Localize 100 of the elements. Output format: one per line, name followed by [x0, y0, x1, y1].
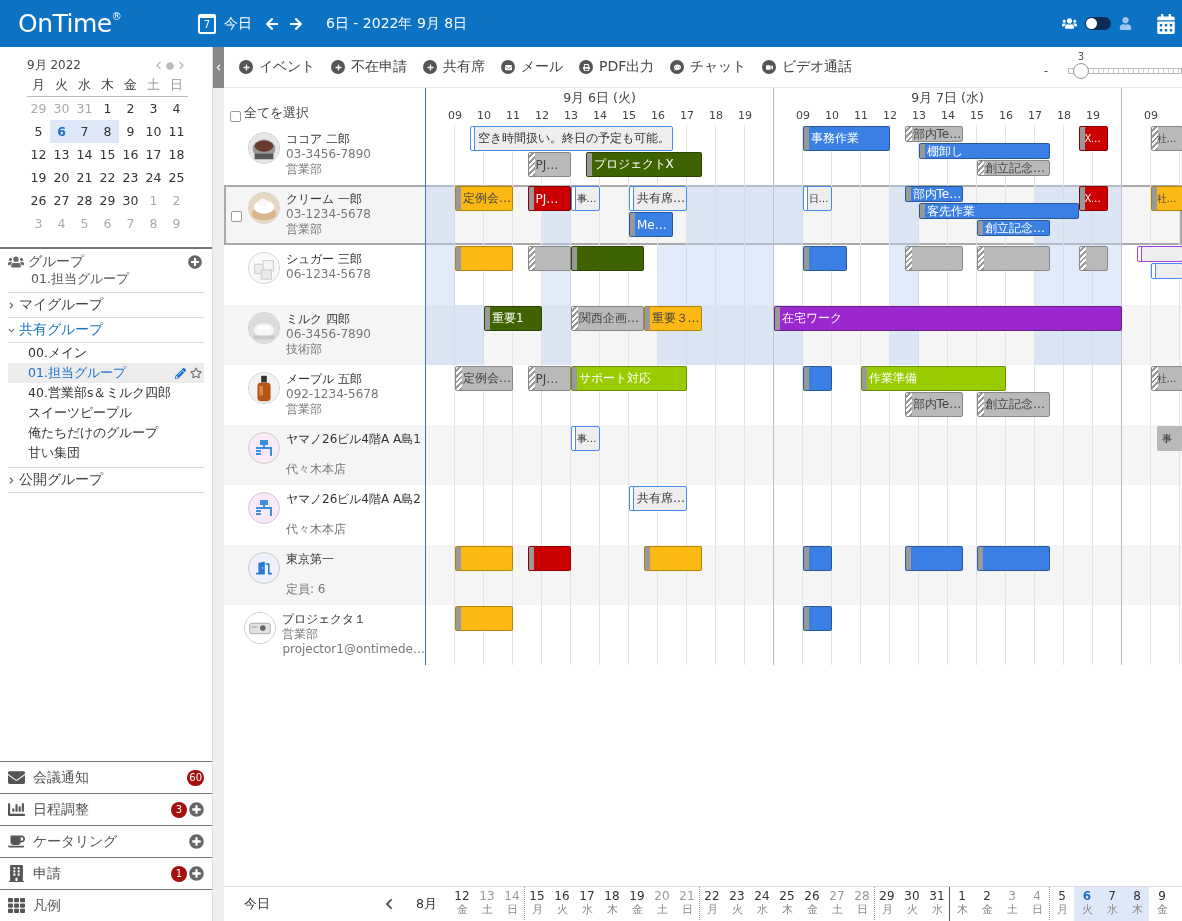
date-button[interactable]: 2 金 [974, 886, 999, 921]
calendar-event[interactable]: PJ… [527, 186, 571, 211]
date-button[interactable]: 23 火 [724, 886, 749, 921]
calendar-day[interactable]: 17 [142, 143, 165, 166]
toolbar-button[interactable]: 不在申請 [331, 58, 407, 76]
calendar-event[interactable]: 棚卸し [919, 143, 1050, 159]
calendar-day[interactable]: 9 [119, 120, 142, 143]
group-item[interactable]: 俺たちだけのグループ [8, 423, 204, 443]
calendar-day[interactable]: 11 [165, 120, 188, 143]
calendar-day[interactable]: 22 [96, 166, 119, 189]
select-all-checkbox[interactable]: 全てを選択 [224, 88, 425, 125]
toolbar-button[interactable]: PDF出力 [579, 58, 655, 76]
calendar-event[interactable]: 重要1 [484, 306, 542, 331]
calendar-day[interactable]: 15 [96, 143, 119, 166]
date-button[interactable]: 15 月 [524, 886, 549, 921]
date-button[interactable]: 13 土 [474, 886, 499, 921]
group-folder[interactable]: マイグループ [8, 293, 204, 318]
calendar-day[interactable]: 28 [73, 189, 96, 212]
date-button[interactable]: 12 金 [449, 886, 474, 921]
calendar-day[interactable]: 1 [96, 97, 119, 120]
calendar-event[interactable]: Me… [629, 212, 673, 237]
calendar-day[interactable]: 13 [50, 143, 73, 166]
calendar-day-icon[interactable]: 7 [198, 13, 216, 34]
calendar-event[interactable]: 事… [571, 426, 600, 451]
calendar-day[interactable]: 27 [50, 189, 73, 212]
calendar-event[interactable]: PJ… [527, 152, 571, 177]
calendar-event[interactable]: 在宅ワーク [774, 306, 1122, 331]
calendar-day[interactable]: 6 [50, 120, 73, 143]
calendar-day[interactable]: 19 [27, 166, 50, 189]
calendar-event[interactable]: 定例会… [455, 366, 513, 391]
calendar-event[interactable]: 部内Te… [904, 186, 963, 202]
toolbar-button[interactable]: 共有席 [423, 58, 485, 76]
toolbar-button[interactable]: チャット [670, 58, 747, 76]
date-button[interactable]: 9 金 [1149, 886, 1174, 921]
calendar-day[interactable]: 16 [119, 143, 142, 166]
group-item[interactable]: 40.営業部s＆ミルク四郎 [8, 383, 204, 403]
calendar-event[interactable]: 社… [1151, 126, 1182, 151]
zoom-minus[interactable]: - [1043, 63, 1048, 80]
calendar-event[interactable]: 共有席… [629, 186, 687, 211]
date-button[interactable]: 4 日 [1024, 886, 1049, 921]
calendar-event[interactable]: 事務作業 [803, 126, 890, 151]
date-button[interactable]: 3 土 [999, 886, 1024, 921]
calendar-event[interactable]: 事 [1156, 426, 1182, 451]
group-folder[interactable]: 公開グループ [8, 468, 204, 493]
calendar-day[interactable]: 8 [96, 120, 119, 143]
date-button[interactable]: 8 木 [1124, 886, 1149, 921]
calendar-day[interactable]: 23 [119, 166, 142, 189]
date-button[interactable]: 30 火 [899, 886, 924, 921]
date-button[interactable]: 24 水 [749, 886, 774, 921]
date-button[interactable]: 6 火 [1074, 886, 1099, 921]
date-button[interactable]: 14 日 [499, 886, 524, 921]
date-button[interactable]: 31 水 [924, 886, 949, 921]
calendar-day[interactable]: 2 [119, 97, 142, 120]
toolbar-button[interactable]: ビデオ通話 [762, 58, 853, 76]
calendar-day[interactable]: 14 [73, 143, 96, 166]
calendar-event[interactable]: X… [1078, 186, 1108, 211]
calendar-event[interactable]: 事… [571, 186, 600, 211]
calendar-day[interactable]: 26 [27, 189, 50, 212]
date-button[interactable]: 1 木 [949, 886, 974, 921]
calendar-day[interactable]: 29 [96, 189, 119, 212]
calendar-event[interactable]: 客先作業 [919, 203, 1079, 219]
calendar-event[interactable]: PJ… [527, 366, 571, 391]
calendar-event[interactable]: 日… [803, 186, 832, 211]
calendar-day[interactable]: 3 [142, 97, 165, 120]
calendar-event[interactable]: 部内Te… [904, 126, 963, 142]
calendar-day[interactable]: 21 [73, 166, 96, 189]
today-link[interactable]: 今日 [224, 14, 252, 33]
calendar-day[interactable]: 5 [27, 120, 50, 143]
calendar-event[interactable]: 創立記念… [977, 392, 1050, 417]
date-button[interactable]: 19 金 [624, 886, 649, 921]
group-item[interactable]: スイーツピープル [8, 403, 204, 423]
group-item[interactable]: 00.メイン [8, 343, 204, 363]
date-button[interactable]: 22 月 [699, 886, 724, 921]
today-button[interactable]: 今日 [224, 894, 374, 914]
date-button[interactable]: 21 日 [674, 886, 699, 921]
calendar-event[interactable]: X… [1078, 126, 1108, 151]
date-button[interactable]: 27 土 [824, 886, 849, 921]
calendar-day[interactable]: 10 [142, 120, 165, 143]
calendar-event[interactable]: 関西企画… [571, 306, 644, 331]
date-button[interactable]: 29 月 [874, 886, 899, 921]
resource-row[interactable]: ヤマノ26ビル4階A A島1 代々木本店 事… 事 [224, 425, 1182, 485]
calendar-day[interactable]: 4 [165, 97, 188, 120]
resource-row[interactable]: ミルク 四郎 06-3456-7890 技術部 重要1 関西企画… 重要３… 在宅ワーク [224, 305, 1182, 365]
calendar-day[interactable]: 18 [165, 143, 188, 166]
calendar-event[interactable]: 創立記念… [977, 220, 1050, 236]
group-folder[interactable]: 共有グループ [8, 318, 204, 343]
calendar-event[interactable]: 社… [1151, 366, 1182, 391]
date-button[interactable]: 28 日 [849, 886, 874, 921]
calendar-day[interactable]: 24 [142, 166, 165, 189]
calendar-day[interactable]: 25 [165, 166, 188, 189]
group-item[interactable]: 01.担当グループ [8, 363, 204, 383]
calendar-event[interactable]: 部内Te… [904, 392, 963, 417]
calendar-event[interactable]: プロジェクトX [585, 152, 702, 177]
date-button[interactable]: 17 水 [574, 886, 599, 921]
date-button[interactable]: 7 水 [1099, 886, 1124, 921]
calendar-event[interactable]: 創立記念… [977, 160, 1050, 176]
calendar-day[interactable]: 20 [50, 166, 73, 189]
calendar-event[interactable]: 共有席… [629, 486, 687, 511]
date-button[interactable]: 16 火 [549, 886, 574, 921]
calendar-event[interactable]: 重要３… [643, 306, 702, 331]
